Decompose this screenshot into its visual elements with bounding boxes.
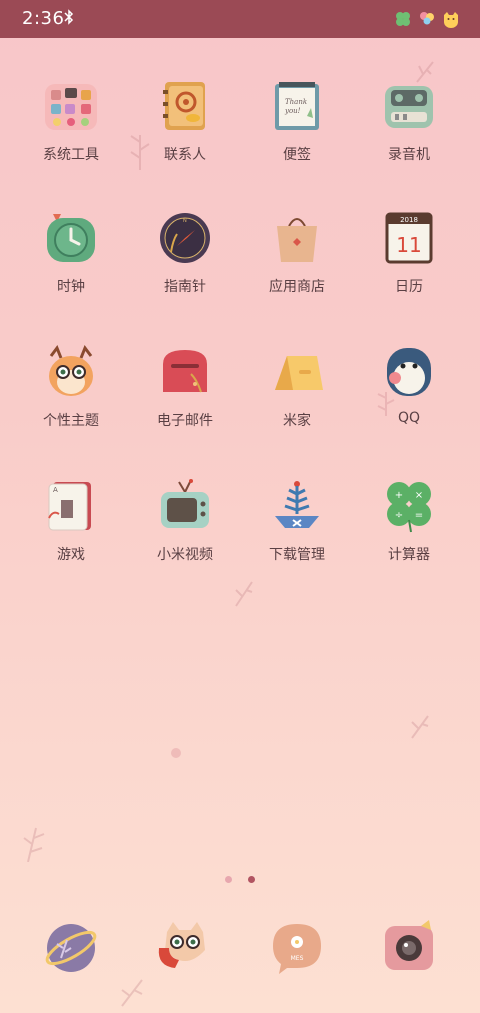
page-dot[interactable] (225, 876, 233, 883)
playing-card-icon: A (48, 482, 91, 531)
penguin-icon (387, 348, 431, 396)
camera-icon (385, 920, 433, 970)
calendar-icon: 2018 11 (385, 212, 433, 264)
leaf-decoration-icon (23, 827, 45, 862)
app-label: 时钟 (57, 279, 85, 295)
svg-text:A: A (53, 486, 58, 494)
svg-text:Thank: Thank (285, 98, 307, 106)
app-label: 联系人 (164, 147, 206, 163)
app-label: 个性主题 (43, 413, 99, 429)
app-clock[interactable]: 时钟 (16, 210, 126, 296)
app-label: 电子邮件 (157, 413, 213, 429)
app-contacts[interactable]: 联系人 (130, 78, 240, 164)
mailbox-icon (163, 350, 207, 393)
app-label: 下载管理 (269, 547, 325, 563)
app-label: 米家 (283, 413, 311, 429)
app-system-tools[interactable]: 系统工具 (16, 78, 126, 164)
app-label: 游戏 (57, 547, 85, 563)
status-time: 2:36 (22, 8, 65, 29)
leaf-decoration-icon (235, 581, 253, 607)
app-games[interactable]: A 游戏 (16, 478, 126, 564)
leaf-decoration-icon (411, 715, 429, 739)
leaf-decoration-icon (121, 979, 143, 1007)
svg-text:=: = (415, 510, 423, 521)
app-mijia[interactable]: 米家 (242, 344, 352, 430)
app-calculator[interactable]: + × ÷ = 计算器 (354, 478, 464, 564)
status-bar: 2:36 (0, 0, 480, 38)
message-bubble-icon: MES (273, 924, 321, 974)
app-compass[interactable]: N 指南针 (130, 210, 240, 296)
dock-browser[interactable] (16, 918, 126, 974)
leaf-decoration-icon (171, 748, 181, 758)
tent-icon (275, 356, 323, 390)
svg-text:×: × (415, 490, 423, 501)
owl-icon (49, 344, 93, 396)
app-label: 系统工具 (43, 147, 99, 163)
bluetooth-icon (64, 9, 74, 29)
recorder-icon (385, 86, 433, 128)
page-indicator (0, 868, 480, 887)
cat-face-icon (442, 10, 460, 28)
svg-text:+: + (395, 490, 403, 501)
notepad-icon: Thank you! (275, 82, 319, 130)
page-dot-active[interactable] (247, 876, 255, 883)
clover-calculator-icon: + × ÷ = (387, 482, 431, 533)
app-label: 应用商店 (269, 279, 325, 295)
app-email[interactable]: 电子邮件 (130, 344, 240, 430)
app-themes[interactable]: 个性主题 (16, 344, 126, 430)
app-label: 小米视频 (157, 547, 213, 563)
app-downloads[interactable]: 下载管理 (242, 478, 352, 564)
message-icon-text: MES (291, 955, 304, 962)
dock-messages[interactable]: MES (242, 918, 352, 974)
tv-icon (161, 479, 209, 528)
clover-icon (394, 10, 412, 28)
address-book-icon (163, 82, 205, 130)
toolbox-icon (45, 84, 97, 130)
app-notes[interactable]: Thank you! 便签 (242, 78, 352, 164)
app-label: 便签 (283, 147, 311, 163)
dock: MES (0, 918, 480, 978)
app-label: 录音机 (388, 147, 430, 163)
calendar-year: 2018 (400, 216, 418, 224)
plant-pot-icon (275, 481, 319, 528)
app-mi-video[interactable]: 小米视频 (130, 478, 240, 564)
app-label: 指南针 (164, 279, 206, 295)
dock-camera[interactable] (354, 918, 464, 974)
compass-icon: N (160, 213, 210, 263)
calendar-day: 11 (396, 233, 421, 257)
svg-text:÷: ÷ (395, 510, 403, 521)
app-label: 计算器 (388, 547, 430, 563)
svg-text:you!: you! (284, 107, 301, 115)
shopping-bag-icon (277, 218, 317, 262)
svg-text:N: N (183, 218, 187, 224)
planet-browser-icon (45, 924, 97, 972)
app-label: QQ (397, 410, 421, 426)
clock-icon (47, 214, 95, 262)
dock-phone[interactable] (130, 918, 240, 974)
app-recorder[interactable]: 录音机 (354, 78, 464, 164)
cat-phone-icon (158, 922, 205, 968)
app-qq[interactable]: QQ (354, 344, 464, 426)
balloons-icon (418, 10, 436, 28)
app-store[interactable]: 应用商店 (242, 210, 352, 296)
app-calendar[interactable]: 2018 11 日历 (354, 210, 464, 296)
app-label: 日历 (395, 279, 423, 295)
